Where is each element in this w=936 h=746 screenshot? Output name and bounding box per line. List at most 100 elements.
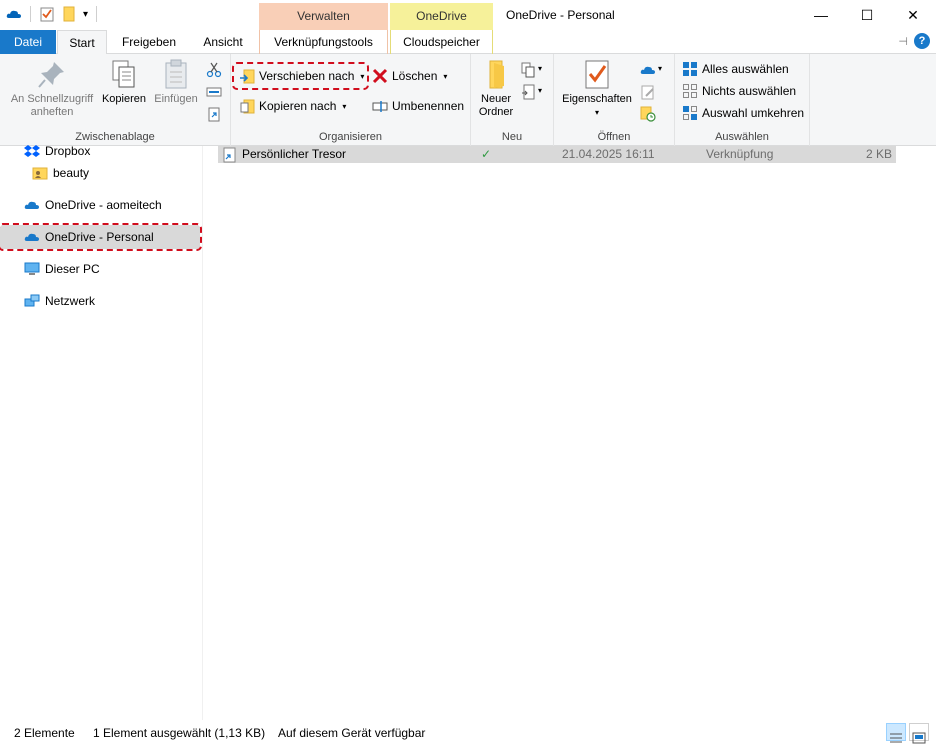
tab-ansicht[interactable]: Ansicht <box>192 30 254 54</box>
group-label-oeffnen: Öffnen <box>597 131 631 143</box>
minimize-button[interactable]: — <box>798 0 844 30</box>
edit-icon[interactable] <box>640 84 656 100</box>
group-neu: Neuer Ordner ▾ ▾ Neu <box>471 54 554 146</box>
delete-x-icon <box>372 68 388 84</box>
minimize-icon: — <box>814 7 828 23</box>
copy-button[interactable]: Kopieren <box>100 58 148 106</box>
nav-item-dieser-pc[interactable]: Dieser PC <box>0 258 203 280</box>
chevron-down-icon: ▾ <box>342 101 347 111</box>
nav-item-dropbox[interactable]: Dropbox <box>0 140 203 162</box>
onedrive-cloud-icon <box>24 197 40 213</box>
chevron-down-icon[interactable]: ▾ <box>538 86 542 95</box>
context-tab-verwalten: Verwalten <box>259 3 388 30</box>
delete-button[interactable]: Löschen ▾ <box>372 66 447 86</box>
navigation-pane: Dropbox beauty OneDrive - aomeitech OneD… <box>0 144 203 720</box>
onedrive-cloud-icon <box>24 229 40 245</box>
sync-status-icon: ✓ <box>481 147 492 161</box>
nav-item-beauty[interactable]: beauty <box>0 162 203 184</box>
details-view-icon <box>887 730 905 746</box>
open-cloud-icon[interactable] <box>640 62 656 78</box>
properties-check-icon <box>581 58 613 90</box>
chevron-down-icon: ▾ <box>360 71 365 81</box>
pin-icon <box>36 58 68 90</box>
new-folder-icon[interactable] <box>61 6 77 22</box>
computer-icon <box>24 261 40 277</box>
move-to-icon <box>239 68 255 84</box>
tab-start[interactable]: Start <box>57 30 107 55</box>
copy-icon <box>108 58 140 90</box>
pin-ribbon-icon[interactable]: ⊣ <box>898 35 908 48</box>
close-icon: ✕ <box>907 6 919 23</box>
invert-selection-icon <box>682 105 698 121</box>
paste-button[interactable]: Einfügen <box>150 58 202 106</box>
onedrive-cloud-icon <box>6 6 22 22</box>
nav-item-onedrive-aomeitech[interactable]: OneDrive - aomeitech <box>0 194 203 216</box>
invert-selection-button[interactable]: Auswahl umkehren <box>682 103 804 123</box>
window-title: OneDrive - Personal <box>506 8 615 22</box>
tab-freigeben[interactable]: Freigeben <box>110 30 188 54</box>
paste-shortcut-icon[interactable] <box>206 106 222 122</box>
nav-item-netzwerk[interactable]: Netzwerk <box>0 290 203 312</box>
chevron-down-icon: ▾ <box>443 71 448 81</box>
table-row[interactable]: Persönlicher Tresor ✓ 21.04.2025 16:11 V… <box>218 146 896 163</box>
user-folder-icon <box>32 165 48 181</box>
select-none-icon <box>682 83 698 99</box>
copy-to-button[interactable]: Kopieren nach ▾ <box>239 96 346 116</box>
new-item-icon[interactable] <box>521 62 537 78</box>
nav-item-onedrive-personal[interactable]: OneDrive - Personal <box>0 223 202 251</box>
group-organisieren: Verschieben nach ▾ Kopieren nach ▾ Lösch… <box>231 54 471 146</box>
status-item-count: 2 Elemente <box>14 726 75 740</box>
easy-access-icon[interactable] <box>521 84 537 100</box>
group-label-auswaehlen: Auswählen <box>715 131 769 143</box>
network-icon <box>24 293 40 309</box>
file-name: Persönlicher Tresor <box>242 147 347 161</box>
pin-quick-access-button[interactable]: An Schnellzugriff anheften <box>6 58 98 119</box>
folder-icon <box>480 58 512 90</box>
properties-icon[interactable] <box>39 6 55 22</box>
group-zwischenablage: An Schnellzugriff anheften Kopieren Einf… <box>0 54 231 146</box>
close-button[interactable]: ✕ <box>890 0 936 30</box>
details-view-button[interactable] <box>886 723 906 743</box>
copy-path-icon[interactable] <box>206 84 222 100</box>
large-icons-view-icon <box>910 730 928 746</box>
file-date: 21.04.2025 16:11 <box>562 147 655 161</box>
status-availability: Auf diesem Gerät verfügbar <box>278 726 426 740</box>
select-all-button[interactable]: Alles auswählen <box>682 59 789 79</box>
properties-button[interactable]: Eigenschaften ▾ <box>558 58 636 119</box>
select-all-icon <box>682 61 698 77</box>
file-list: Persönlicher Tresor ✓ 21.04.2025 16:11 V… <box>204 146 936 720</box>
shortcut-file-icon <box>222 147 238 163</box>
status-selection: 1 Element ausgewählt (1,13 KB) <box>93 726 266 740</box>
ribbon-tab-row: Datei Start Freigeben Ansicht Verknüpfun… <box>0 30 936 55</box>
chevron-down-icon[interactable]: ▾ <box>538 64 542 73</box>
title-bar: ▾ Verwalten OneDrive OneDrive - Personal… <box>0 0 936 30</box>
select-none-button[interactable]: Nichts auswählen <box>682 81 796 101</box>
status-bar: 2 Elemente 1 Element ausgewählt (1,13 KB… <box>0 720 936 746</box>
move-to-button[interactable]: Verschieben nach ▾ <box>231 62 370 90</box>
file-size: 2 KB <box>865 147 892 161</box>
tab-datei[interactable]: Datei <box>0 30 56 54</box>
group-label-neu: Neu <box>501 131 523 143</box>
quick-access-toolbar: ▾ <box>6 6 99 22</box>
chevron-down-icon[interactable]: ▾ <box>658 64 662 73</box>
file-type: Verknüpfung <box>706 147 774 161</box>
copy-to-icon <box>239 98 255 114</box>
maximize-button[interactable]: ☐ <box>844 0 890 30</box>
help-icon[interactable]: ? <box>914 33 930 49</box>
rename-icon <box>372 98 388 114</box>
group-auswaehlen: Alles auswählen Nichts auswählen Auswahl… <box>675 54 810 146</box>
dropbox-icon <box>24 143 40 159</box>
chevron-down-icon: ▾ <box>594 108 599 117</box>
new-folder-button[interactable]: Neuer Ordner <box>475 58 517 119</box>
group-oeffnen: Eigenschaften ▾ ▾ Öffnen <box>554 54 675 146</box>
context-tab-onedrive: OneDrive <box>390 3 493 30</box>
rename-button[interactable]: Umbenennen <box>372 96 464 116</box>
large-icons-view-button[interactable] <box>909 723 929 744</box>
tab-cloudspeicher[interactable]: Cloudspeicher <box>390 30 493 54</box>
cut-icon[interactable] <box>206 62 222 78</box>
maximize-icon: ☐ <box>860 6 874 23</box>
customize-qat-icon[interactable]: ▾ <box>83 9 88 20</box>
ribbon: An Schnellzugriff anheften Kopieren Einf… <box>0 54 936 146</box>
tab-verknuepfungstools[interactable]: Verknüpfungstools <box>259 30 388 54</box>
history-icon[interactable] <box>640 106 656 122</box>
